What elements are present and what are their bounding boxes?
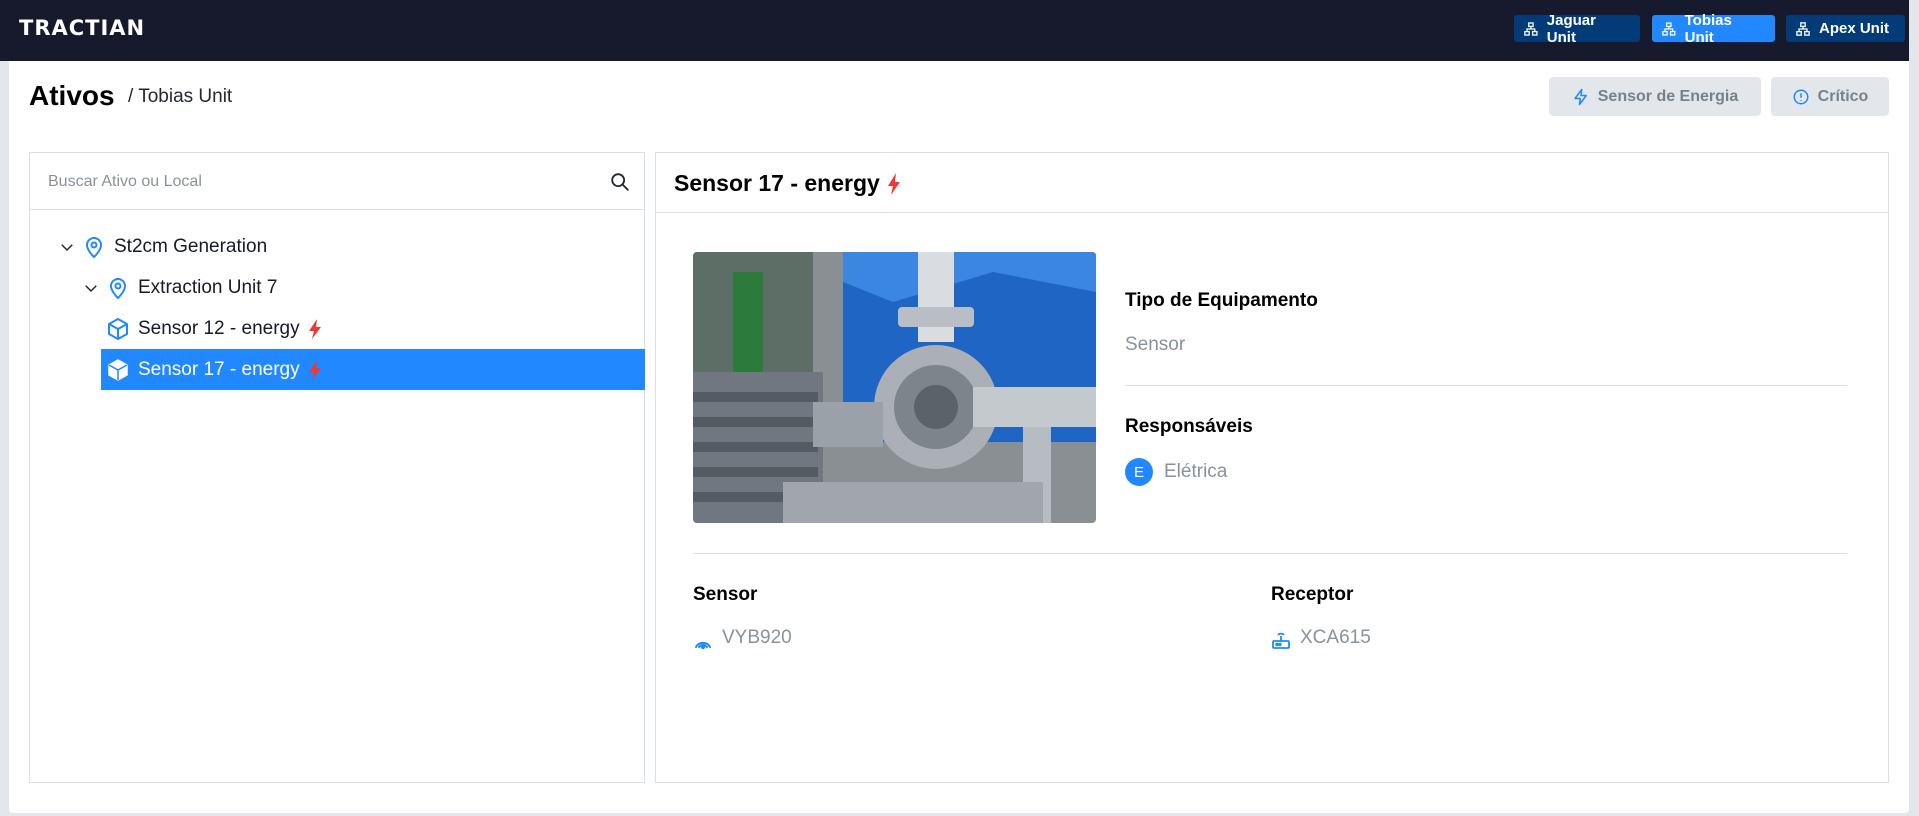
equipment-type-label: Tipo de Equipamento (1125, 290, 1318, 311)
unit-button-jaguar[interactable]: Jaguar Unit (1514, 12, 1640, 46)
router-icon (1272, 632, 1290, 649)
pump-motor-image (693, 252, 1096, 523)
equipment-photo (693, 252, 1096, 523)
detail-title: Sensor 17 - energy (674, 170, 880, 196)
energy-bolt-icon (308, 318, 321, 339)
component-cube-icon (108, 317, 128, 340)
unit-hierarchy-icon (1796, 21, 1810, 36)
unit-button-apex[interactable]: Apex Unit (1786, 15, 1905, 42)
energy-sensor-filter-label: Sensor de Energia (1597, 87, 1739, 105)
search-icon[interactable] (609, 171, 631, 193)
tree-item-component-selected[interactable]: Sensor 17 - energy (101, 349, 645, 390)
responsible-avatar: E (1125, 458, 1153, 486)
tree-item-label: Sensor 17 - energy (138, 358, 300, 380)
detail-header: Sensor 17 - energy (656, 153, 1888, 213)
search-input[interactable] (48, 170, 588, 194)
unit-button-label: Apex Unit (1819, 20, 1890, 37)
receptor-label: Receptor (1271, 584, 1354, 605)
tree-item-location[interactable]: Extraction Unit 7 (82, 267, 277, 308)
chevron-down-icon[interactable] (58, 238, 76, 256)
equipment-type-value: Sensor (1125, 334, 1186, 355)
unit-hierarchy-icon (1662, 21, 1676, 36)
asset-detail-panel: Sensor 17 - energy Tipo de Equipamento S… (655, 152, 1889, 783)
lightning-icon (1574, 88, 1587, 105)
search-bar (30, 153, 644, 210)
critical-filter-label: Crítico (1817, 87, 1869, 105)
energy-bolt-icon (308, 359, 321, 380)
tree-item-label: St2cm Generation (114, 235, 268, 257)
unit-button-label: Tobias Unit (1684, 11, 1732, 46)
tree-item-location[interactable]: St2cm Generation (58, 226, 267, 267)
page-title: Ativos (29, 80, 115, 111)
tree-item-label: Sensor 12 - energy (138, 317, 300, 339)
responsible-value: Elétrica (1164, 461, 1228, 482)
unit-hierarchy-icon (1524, 21, 1538, 36)
window-edge (1909, 0, 1919, 816)
top-navbar: TRACTIAN Jaguar Unit Tobias Unit Apex Un… (0, 0, 1919, 61)
divider (693, 553, 1847, 554)
energy-bolt-icon (888, 173, 900, 195)
energy-sensor-filter-button[interactable]: Sensor de Energia (1549, 77, 1761, 116)
component-cube-icon (108, 358, 128, 381)
tree-item-component[interactable]: Sensor 12 - energy (101, 308, 645, 349)
location-pin-icon (109, 277, 127, 299)
location-pin-icon (85, 236, 103, 258)
wireless-signal-icon (695, 641, 711, 650)
sensor-label: Sensor (693, 584, 758, 605)
responsibles-label: Responsáveis (1125, 416, 1253, 437)
info-circle-icon (1793, 89, 1809, 104)
asset-tree-panel: St2cm Generation Extraction Unit 7 Senso… (29, 152, 645, 783)
main-content: Ativos / Tobias Unit Sensor de Energia C… (9, 61, 1909, 813)
receptor-value: XCA615 (1300, 627, 1371, 648)
unit-button-label: Jaguar Unit (1546, 11, 1596, 46)
tractian-logo[interactable]: TRACTIAN (19, 16, 145, 40)
critical-filter-button[interactable]: Crítico (1771, 77, 1889, 116)
chevron-down-icon[interactable] (82, 279, 100, 297)
breadcrumb: / Tobias Unit (128, 86, 233, 107)
unit-button-tobias[interactable]: Tobias Unit (1652, 12, 1775, 46)
tree-item-label: Extraction Unit 7 (138, 276, 278, 298)
divider (1125, 385, 1847, 386)
sensor-value: VYB920 (722, 627, 792, 648)
